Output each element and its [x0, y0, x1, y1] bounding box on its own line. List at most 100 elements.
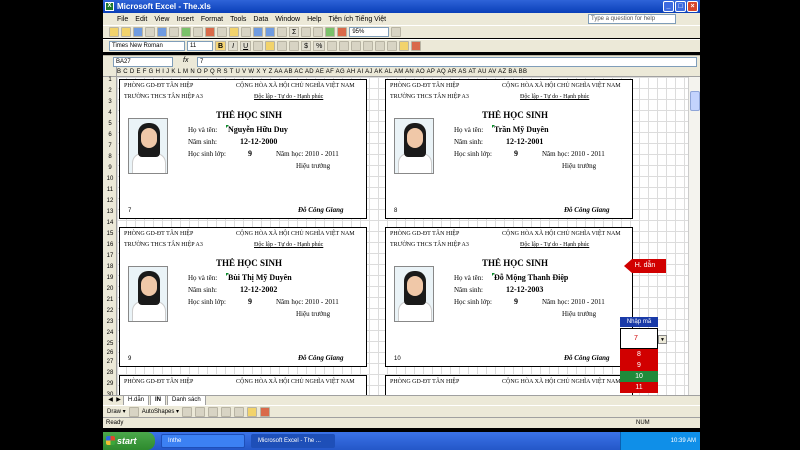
student-card[interactable]: PHÒNG GD-ĐT TÂN HIỆP CỘNG HÒA XÃ HỘI CHỦ …	[385, 227, 633, 367]
row-header[interactable]: 17	[103, 253, 117, 259]
code-item[interactable]: 8	[620, 349, 658, 360]
column-headers[interactable]: B C D E F G H I J K L M N O P Q R S T U …	[117, 67, 700, 77]
row-header[interactable]: 18	[103, 264, 117, 270]
row-header[interactable]: 23	[103, 319, 117, 325]
rectangle-icon[interactable]	[208, 406, 219, 417]
format-painter-icon[interactable]	[241, 27, 251, 37]
line-icon[interactable]	[182, 406, 193, 417]
student-card[interactable]: PHÒNG GD-ĐT TÂN HIỆP CỘNG HÒA XÃ HỘI CHỦ …	[385, 79, 633, 219]
minimize-button[interactable]: _	[663, 1, 674, 12]
chevron-down-icon[interactable]: ▼	[658, 335, 667, 344]
paste-icon[interactable]	[229, 27, 239, 37]
chart-wizard-icon[interactable]	[325, 27, 336, 37]
research-icon[interactable]	[193, 27, 203, 37]
row-header[interactable]: 1	[103, 77, 117, 83]
increase-indent-icon[interactable]	[375, 41, 386, 51]
row-header[interactable]: 8	[103, 154, 117, 160]
menu-help[interactable]: Help	[307, 16, 321, 23]
open-icon[interactable]	[121, 27, 131, 37]
maximize-button[interactable]: □	[675, 1, 686, 12]
menu-view[interactable]: View	[154, 16, 169, 23]
menu-edit[interactable]: Edit	[135, 16, 147, 23]
tab-guide[interactable]: H.dẫn	[123, 395, 150, 406]
help-icon[interactable]	[391, 27, 402, 37]
font-color-icon[interactable]	[411, 41, 422, 51]
permission-icon[interactable]	[145, 27, 155, 37]
hyperlink-icon[interactable]	[277, 27, 287, 37]
underline-button[interactable]: U	[240, 41, 252, 51]
menu-format[interactable]: Format	[201, 16, 223, 23]
borders-icon[interactable]	[387, 41, 398, 51]
row-header[interactable]: 7	[103, 143, 117, 149]
draw-menu[interactable]: Draw ▾	[107, 408, 126, 415]
font-size-select[interactable]: 11	[187, 41, 213, 51]
row-header[interactable]: 27	[103, 359, 117, 365]
menu-data[interactable]: Data	[253, 16, 268, 23]
align-left-icon[interactable]	[253, 41, 264, 51]
taskbar-item-folder[interactable]: Inthe	[161, 434, 245, 448]
redo-icon[interactable]	[265, 27, 275, 37]
textbox-icon[interactable]	[234, 406, 245, 417]
row-header[interactable]: 3	[103, 99, 117, 105]
row-header[interactable]: 9	[103, 165, 117, 171]
print-preview-icon[interactable]	[169, 27, 179, 37]
comma-style-icon[interactable]	[327, 41, 338, 51]
taskbar-item-excel[interactable]: Microsoft Excel - The ...	[251, 434, 335, 448]
autosum-button[interactable]: Σ	[289, 27, 300, 37]
code-item[interactable]: 10	[620, 371, 658, 382]
row-header[interactable]: 26	[103, 350, 117, 356]
menu-tools[interactable]: Tools	[230, 16, 246, 23]
row-header[interactable]: 16	[103, 242, 117, 248]
row-headers[interactable]: 1 2 3 4 5 6 7 8 9 10 11 12 13 14 15 16 17 18 19 20 21 22 23 24 2…	[103, 77, 117, 395]
tab-list[interactable]: Danh sách	[167, 395, 206, 406]
row-header[interactable]: 28	[103, 370, 117, 376]
fill-color-icon[interactable]	[247, 406, 258, 417]
formula-input[interactable]: 7	[197, 57, 697, 67]
align-right-icon[interactable]	[277, 41, 288, 51]
decrease-indent-icon[interactable]	[363, 41, 374, 51]
row-header[interactable]: 25	[103, 341, 117, 347]
percent-button[interactable]: %	[313, 41, 326, 51]
undo-icon[interactable]	[253, 27, 263, 37]
zoom-select[interactable]: 95%	[349, 27, 390, 37]
line-color-icon[interactable]	[260, 406, 271, 417]
menu-vietnamese-utils[interactable]: Tiện ích Tiếng Việt	[329, 16, 387, 23]
row-header[interactable]: 2	[103, 88, 117, 94]
decrease-decimal-icon[interactable]	[351, 41, 362, 51]
first-sheet-icon[interactable]: ◀	[107, 396, 114, 405]
row-header[interactable]: 14	[103, 220, 117, 226]
tab-in[interactable]: IN	[150, 395, 167, 406]
sort-desc-icon[interactable]	[313, 27, 324, 37]
row-header[interactable]: 5	[103, 121, 117, 127]
oval-icon[interactable]	[221, 406, 232, 417]
row-header[interactable]: 10	[103, 176, 117, 182]
row-header[interactable]: 24	[103, 330, 117, 336]
row-header[interactable]: 19	[103, 275, 117, 281]
row-header[interactable]: 21	[103, 297, 117, 303]
sort-asc-icon[interactable]	[301, 27, 312, 37]
student-card-partial[interactable]: PHÒNG GD-ĐT TÂN HIỆP CỘNG HÒA XÃ HỘI CHỦ …	[119, 375, 367, 395]
cut-icon[interactable]	[205, 27, 215, 37]
row-header[interactable]: 11	[103, 187, 117, 193]
menu-window[interactable]: Window	[275, 16, 300, 23]
guide-button[interactable]: H. dẫn	[624, 259, 666, 273]
row-header[interactable]: 6	[103, 132, 117, 138]
student-card[interactable]: PHÒNG GD-ĐT TÂN HIỆP CỘNG HÒA XÃ HỘI CHỦ …	[119, 227, 367, 367]
merge-center-icon[interactable]	[289, 41, 300, 51]
spelling-icon[interactable]	[181, 27, 191, 37]
align-center-icon[interactable]	[265, 41, 276, 51]
code-item[interactable]: 11	[620, 382, 658, 393]
vertical-scrollbar[interactable]	[688, 77, 700, 395]
student-card-partial[interactable]: PHÒNG GD-ĐT TÂN HIỆP CỘNG HÒA XÃ HỘI CHỦ …	[385, 375, 633, 395]
menu-insert[interactable]: Insert	[176, 16, 194, 23]
next-sheet-icon[interactable]: ▶	[115, 396, 122, 405]
help-search-input[interactable]: Type a question for help	[588, 14, 676, 24]
name-box[interactable]: BA27	[113, 57, 173, 67]
copy-icon[interactable]	[217, 27, 227, 37]
italic-button[interactable]: I	[228, 41, 239, 51]
row-header[interactable]: 4	[103, 110, 117, 116]
new-icon[interactable]	[109, 27, 119, 37]
currency-button[interactable]: $	[301, 41, 312, 51]
student-card[interactable]: PHÒNG GD-ĐT TÂN HIỆP CỘNG HÒA XÃ HỘI CHỦ …	[119, 79, 367, 219]
code-input-cell[interactable]: 7 ▼	[620, 328, 667, 349]
